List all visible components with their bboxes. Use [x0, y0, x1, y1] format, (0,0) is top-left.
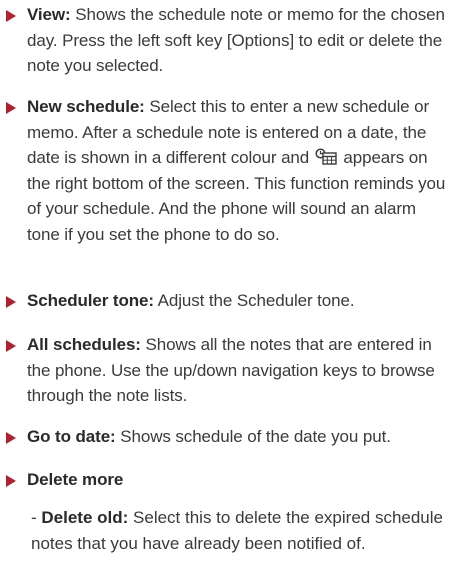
list-item-text: New schedule: Select this to enter a new… — [27, 94, 449, 247]
list-item-description: Adjust the Scheduler tone. — [153, 291, 355, 310]
list-item-scheduler-tone: Scheduler tone: Adjust the Scheduler ton… — [0, 288, 451, 314]
manual-page: View: Shows the schedule note or memo fo… — [0, 0, 451, 568]
triangle-bullet-icon — [6, 432, 16, 444]
sub-item-dash: - — [31, 508, 42, 527]
triangle-bullet-icon — [6, 10, 16, 22]
list-item-term: New schedule: — [27, 97, 145, 116]
sub-item-delete-old: - Delete old: Select this to delete the … — [31, 505, 449, 556]
list-item-text: Go to date: Shows schedule of the date y… — [27, 424, 449, 450]
list-item-term: View: — [27, 5, 71, 24]
list-item-text: View: Shows the schedule note or memo fo… — [27, 2, 449, 79]
list-item-text: Delete more — [27, 467, 449, 493]
list-item-new-schedule: New schedule: Select this to enter a new… — [0, 94, 451, 247]
list-item-term: All schedules: — [27, 335, 141, 354]
triangle-bullet-icon — [6, 296, 16, 308]
list-item-delete-more: Delete more — [0, 467, 451, 493]
triangle-bullet-icon — [6, 475, 16, 487]
list-item-text: Scheduler tone: Adjust the Scheduler ton… — [27, 288, 449, 314]
list-item-term: Delete more — [27, 470, 124, 489]
list-item-description: Shows schedule of the date you put. — [115, 427, 391, 446]
list-item-term: Scheduler tone: — [27, 291, 154, 310]
list-item-all-schedules: All schedules: Shows all the notes that … — [0, 332, 451, 409]
list-item-description: Shows the schedule note or memo for the … — [27, 5, 445, 75]
triangle-bullet-icon — [6, 102, 16, 114]
schedule-alarm-icon — [315, 147, 337, 165]
list-item-view: View: Shows the schedule note or memo fo… — [0, 2, 451, 79]
list-item-go-to-date: Go to date: Shows schedule of the date y… — [0, 424, 451, 450]
list-item-term: Go to date: — [27, 427, 116, 446]
triangle-bullet-icon — [6, 340, 16, 352]
list-item-text: All schedules: Shows all the notes that … — [27, 332, 449, 409]
sub-item-term: Delete old: — [41, 508, 129, 527]
